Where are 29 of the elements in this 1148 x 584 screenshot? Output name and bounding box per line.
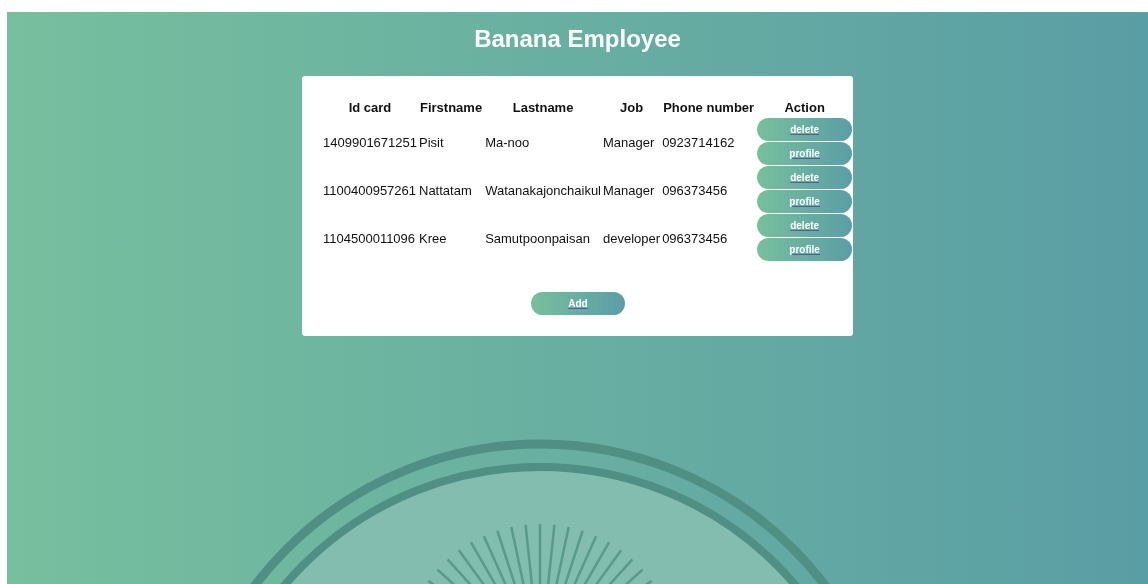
table-cell: Kree <box>419 230 447 246</box>
table-cell: 0923714162 <box>662 134 735 150</box>
table-cell: 1409901671251 <box>323 134 417 150</box>
table-cell: 1100400957261 <box>323 182 417 198</box>
table-cell: 096373456 <box>662 230 728 246</box>
table-cell: Ma-noo <box>485 134 530 150</box>
table-cell: Nattatam <box>419 182 472 198</box>
action-button[interactable]: profile <box>757 238 853 261</box>
table-cell: Manager <box>603 134 655 150</box>
action-button[interactable]: profile <box>757 190 853 213</box>
column-header: Job <box>619 98 645 117</box>
column-header: Id card <box>347 98 393 117</box>
column-header: Phone number <box>662 98 756 117</box>
column-header: Firstname <box>419 98 484 117</box>
table-cell: Watanakajonchaikul <box>485 182 601 198</box>
table-cell: 096373456 <box>662 182 728 198</box>
column-header: Lastname <box>511 98 575 117</box>
action-button[interactable]: delete <box>757 118 853 141</box>
action-button[interactable]: profile <box>757 142 853 165</box>
table-cell: 1104500011096 <box>323 230 416 246</box>
action-button[interactable]: delete <box>757 166 853 189</box>
column-header: Action <box>783 98 826 117</box>
table-cell: Manager <box>603 182 655 198</box>
table-cell: Pisit <box>419 134 444 150</box>
table-cell: developer <box>603 230 661 246</box>
add-button[interactable]: Add <box>531 292 625 315</box>
action-button[interactable]: delete <box>757 214 853 237</box>
table-cell: Samutpoonpaisan <box>485 230 590 246</box>
page-title: Banana Employee <box>474 24 681 54</box>
